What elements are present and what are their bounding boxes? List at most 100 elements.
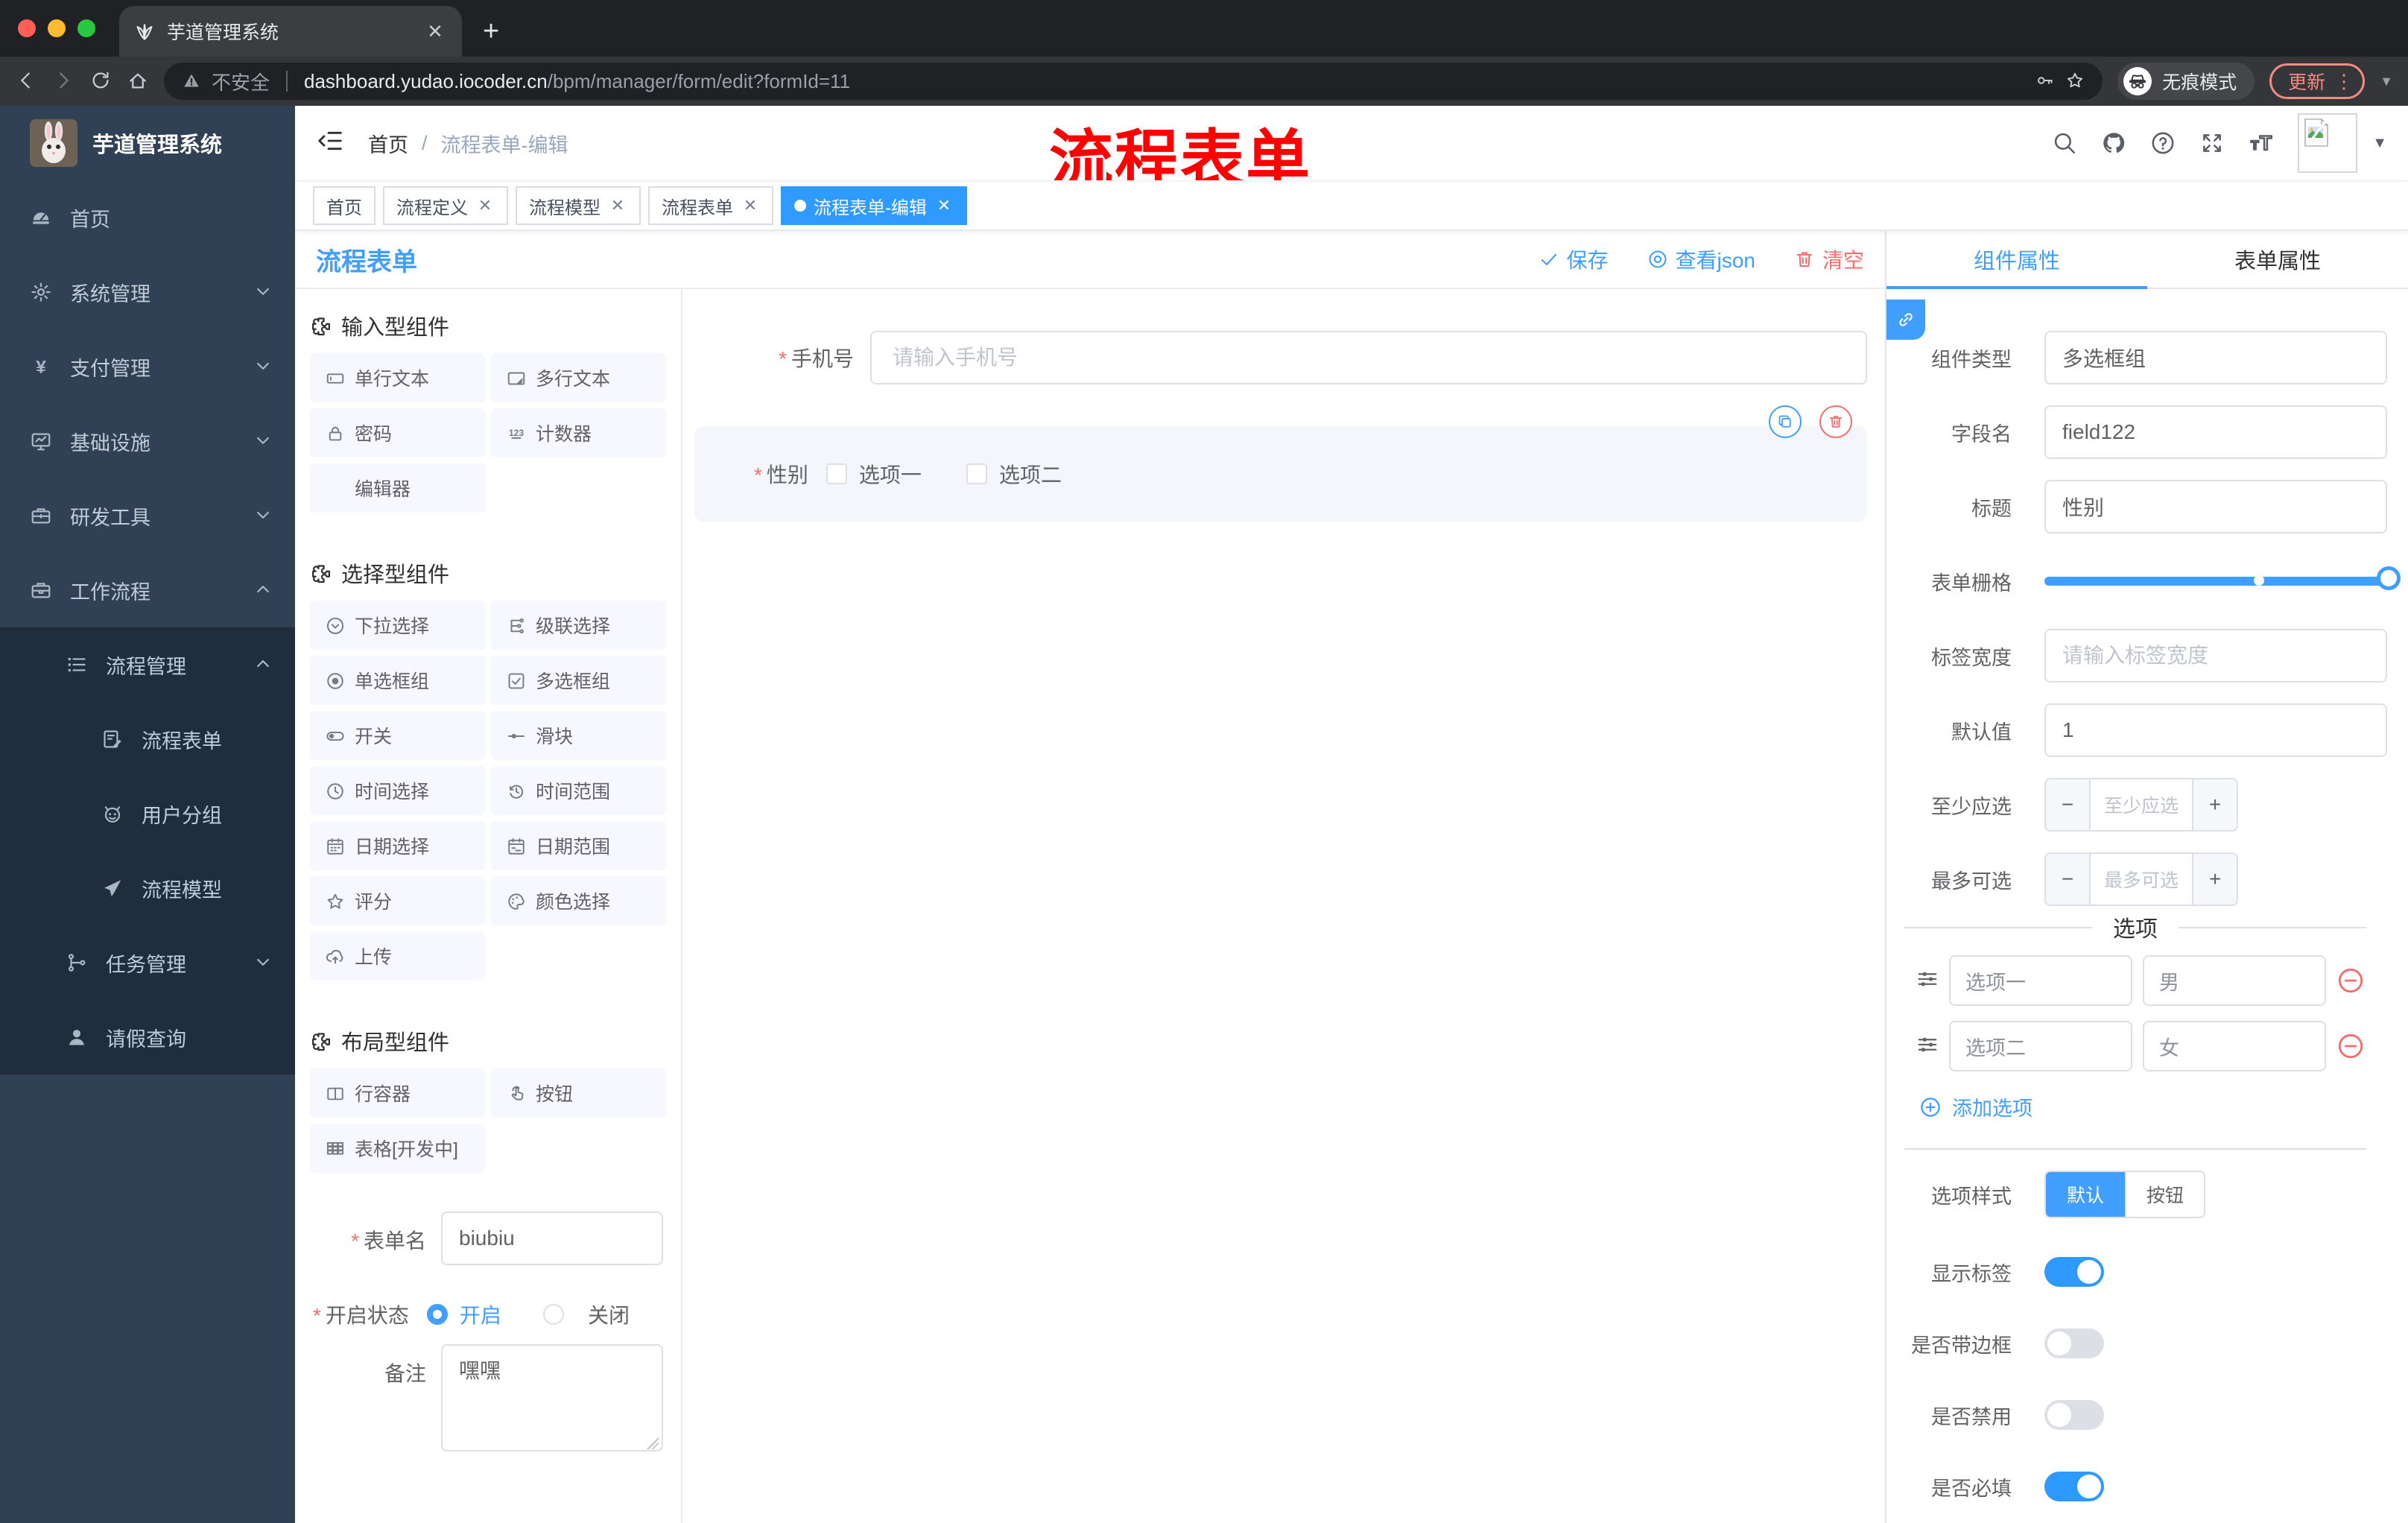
help-icon[interactable] (2150, 130, 2176, 156)
tab-component-props[interactable]: 组件属性 (1886, 231, 2147, 289)
component-tile[interactable]: 开关 (310, 711, 485, 760)
toggle-switch[interactable] (2044, 1472, 2104, 1501)
avatar-dropdown-icon[interactable]: ▼ (2372, 135, 2387, 152)
radio-off-icon[interactable] (542, 1304, 564, 1325)
component-tile[interactable]: 单选框组 (310, 656, 485, 705)
stepper-minus-button[interactable]: − (2046, 854, 2091, 905)
form-name-input[interactable] (441, 1212, 663, 1265)
prop-input[interactable] (2044, 703, 2387, 757)
component-tile[interactable]: 日期选择 (310, 821, 485, 870)
github-icon[interactable] (2101, 130, 2126, 156)
browser-tab[interactable]: 芋道管理系统 ✕ (119, 6, 462, 57)
fullscreen-icon[interactable] (2199, 130, 2225, 156)
tab-form-props[interactable]: 表单属性 (2147, 231, 2408, 288)
remove-option-icon[interactable] (2336, 966, 2365, 995)
component-tile[interactable]: 时间选择 (310, 766, 485, 815)
option-label-input[interactable] (1949, 1021, 2132, 1071)
sidebar-item[interactable]: 流程管理 (0, 627, 295, 702)
close-tag-icon[interactable]: ✕ (475, 196, 495, 215)
sidebar-item[interactable]: 研发工具 (0, 478, 295, 553)
tags-view-item[interactable]: 流程模型 ✕ (516, 186, 641, 225)
component-tile[interactable]: 编辑器 (310, 463, 485, 513)
clear-button[interactable]: 清空 (1794, 244, 1864, 274)
forward-icon[interactable] (52, 69, 75, 93)
option-label-input[interactable] (1949, 955, 2132, 1006)
stepper-plus-button[interactable]: + (2192, 854, 2237, 905)
toggle-switch[interactable] (2044, 1257, 2104, 1287)
prop-input[interactable] (2044, 480, 2387, 533)
save-button[interactable]: 保存 (1539, 244, 1609, 274)
component-tile[interactable]: 级联选择 (491, 601, 666, 650)
delete-component-button[interactable] (1819, 405, 1852, 438)
update-button[interactable]: 更新 ⋮ (2269, 63, 2366, 99)
toggle-switch[interactable] (2044, 1329, 2104, 1358)
prop-input[interactable] (2044, 405, 2387, 459)
browser-menu-icon[interactable]: ⋮ (2334, 70, 2354, 93)
tags-view-item[interactable]: 首页 (313, 186, 376, 225)
tags-view-item[interactable]: 流程定义 ✕ (383, 186, 508, 225)
back-icon[interactable] (15, 69, 37, 93)
view-json-button[interactable]: 查看json (1647, 244, 1755, 274)
remark-textarea[interactable] (441, 1344, 663, 1451)
minimize-window-button[interactable] (48, 19, 66, 37)
component-tile[interactable]: 多选框组 (491, 656, 666, 705)
stepper-minus-button[interactable]: − (2046, 779, 2091, 830)
phone-input[interactable] (870, 331, 1867, 384)
slider-handle[interactable] (2377, 566, 2401, 590)
form-grid-slider[interactable] (2044, 554, 2401, 608)
reload-icon[interactable] (89, 69, 112, 93)
style-option-button[interactable]: 默认 (2046, 1172, 2125, 1217)
component-tile[interactable]: 时间范围 (491, 766, 666, 815)
toggle-switch[interactable] (2044, 1400, 2104, 1430)
sidebar-logo[interactable]: 芋道管理系统 (0, 106, 295, 180)
close-tag-icon[interactable]: ✕ (934, 196, 954, 215)
style-option-button[interactable]: 按钮 (2125, 1172, 2204, 1217)
sidebar-item[interactable]: 首页 (0, 180, 295, 255)
component-tile[interactable]: 123 计数器 (491, 408, 666, 457)
drag-handle-icon[interactable] (1916, 968, 1939, 993)
component-tile[interactable]: 行容器 (310, 1068, 485, 1118)
selected-gender-component[interactable]: * 性别 选项一 选项二 (694, 426, 1867, 522)
security-label[interactable]: 不安全 (212, 68, 270, 95)
close-window-button[interactable] (18, 19, 36, 37)
url-text[interactable]: dashboard.yudao.iocoder.cn/bpm/manager/f… (304, 70, 850, 93)
sidebar-item[interactable]: 请假查询 (0, 1000, 295, 1074)
component-tile[interactable]: 上传 (310, 931, 485, 981)
sidebar-item[interactable]: 用户分组 (0, 776, 295, 851)
drag-handle-icon[interactable] (1916, 1033, 1939, 1059)
gender-checkbox-option2[interactable]: 选项二 (966, 459, 1062, 489)
new-tab-button[interactable]: + (483, 16, 499, 48)
stepper-plus-button[interactable]: + (2192, 779, 2237, 830)
checkbox-icon[interactable] (966, 463, 987, 484)
link-icon[interactable] (1886, 300, 1925, 340)
sidebar-item[interactable]: 流程表单 (0, 702, 295, 776)
component-tile[interactable]: 下拉选择 (310, 601, 485, 650)
sidebar-item[interactable]: ¥ 支付管理 (0, 329, 295, 404)
font-size-icon[interactable]: TT (2249, 130, 2274, 156)
sidebar-item[interactable]: 流程模型 (0, 851, 295, 925)
remove-option-icon[interactable] (2336, 1032, 2365, 1060)
tags-view-item[interactable]: 流程表单-编辑 ✕ (781, 186, 967, 225)
url-bar[interactable]: 不安全 dashboard.yudao.iocoder.cn/bpm/manag… (164, 63, 2103, 100)
sidebar-item[interactable]: 系统管理 (0, 255, 295, 329)
radio-on-icon[interactable] (426, 1304, 448, 1325)
sidebar-item[interactable]: 工作流程 (0, 553, 295, 627)
collapse-sidebar-icon[interactable] (316, 127, 344, 159)
prop-input[interactable] (2044, 629, 2387, 683)
status-off-label[interactable]: 关闭 (588, 1299, 630, 1329)
component-tile[interactable]: 按钮 (491, 1068, 666, 1118)
component-tile[interactable]: 评分 (310, 876, 485, 925)
home-icon[interactable] (127, 69, 149, 93)
component-type-select[interactable]: 多选框组 (2044, 331, 2387, 384)
component-tile[interactable]: 密码 (310, 408, 485, 457)
component-tile[interactable]: 单行文本 (310, 353, 485, 402)
search-icon[interactable] (2052, 130, 2077, 156)
component-tile[interactable]: 表格[开发中] (310, 1124, 485, 1173)
tags-view-item[interactable]: 流程表单 ✕ (648, 186, 773, 225)
checkbox-icon[interactable] (826, 463, 847, 484)
option-value-input[interactable] (2143, 1021, 2326, 1071)
component-tile[interactable]: 颜色选择 (491, 876, 666, 925)
bookmark-star-icon[interactable] (2065, 70, 2085, 93)
option-value-input[interactable] (2143, 955, 2326, 1006)
close-tag-icon[interactable]: ✕ (608, 196, 627, 215)
